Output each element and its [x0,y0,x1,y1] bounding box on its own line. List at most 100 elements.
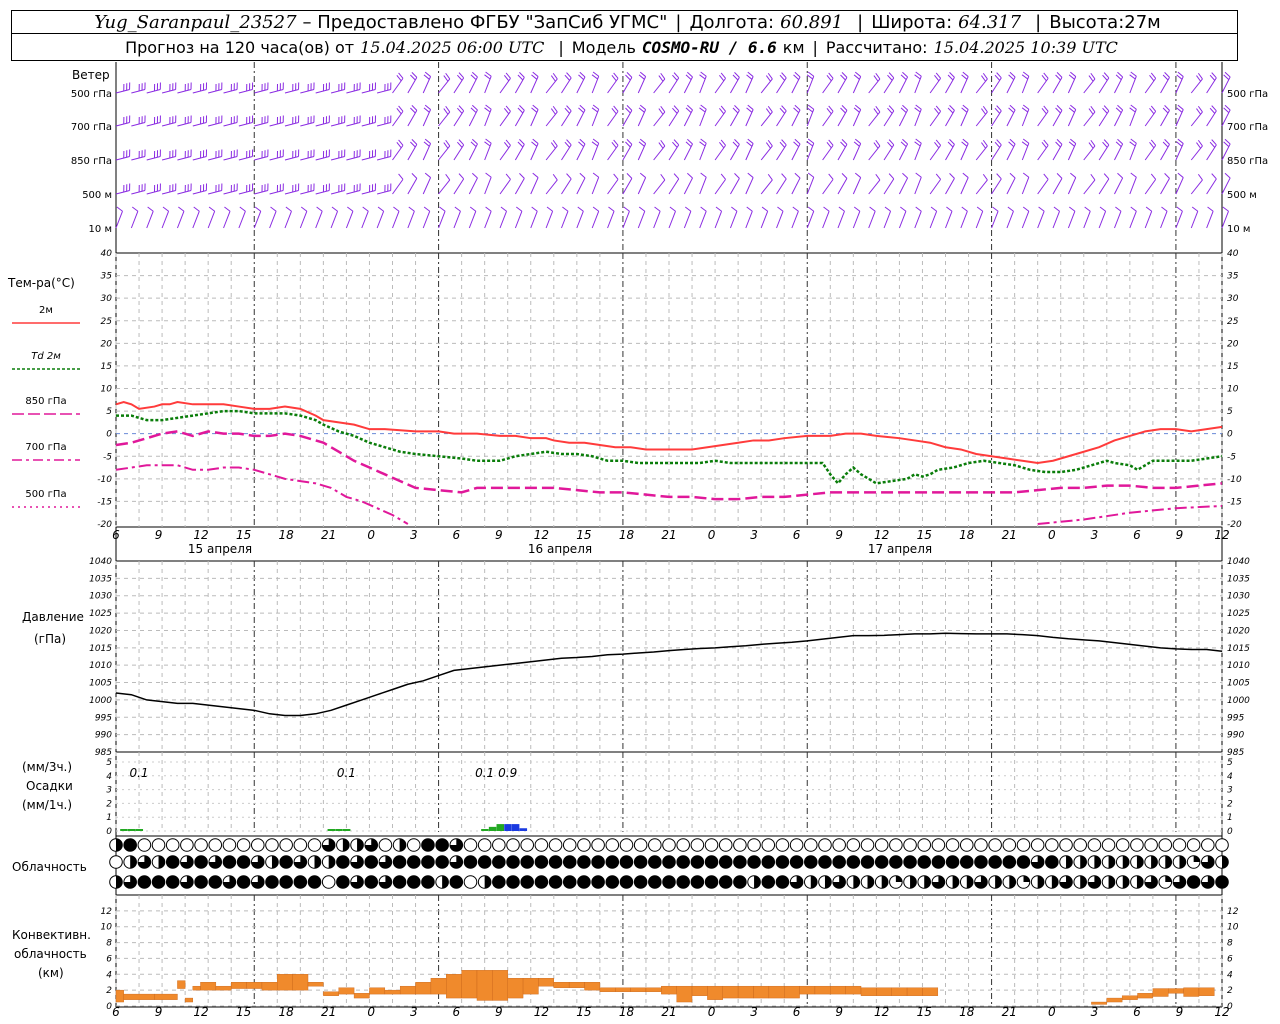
cloud-symbol [803,855,818,869]
wind-barb-flag [1150,173,1157,180]
cloud-symbol [562,838,577,852]
wind-barb-flag [1099,206,1106,212]
cloud-symbol [619,875,634,889]
wind-barb [300,156,315,161]
cloud-symbol [364,875,379,889]
wind-barb [1021,177,1030,195]
wind-barb [729,211,738,229]
wind-barb-flag [1161,206,1168,212]
wind-barb [468,177,478,195]
wind-barb-flag [1191,206,1199,212]
wind-barb [991,211,999,229]
wind-barb-flag [873,142,879,149]
wind-barb [868,211,876,229]
pressure-tick-right: 995 [1227,713,1244,723]
wind-barb [1129,211,1137,229]
wind-barb [607,211,615,229]
cloud-symbol [463,838,478,852]
conv-bar [507,978,524,999]
conv-bar [661,985,677,995]
wind-barb [960,177,969,195]
wind-barb-flag [592,71,600,77]
temp-tick-right: 40 [1227,249,1239,259]
wind-barb-flag [178,206,185,212]
pressure-tick-right: 1015 [1227,644,1250,654]
cloud-symbol [591,838,605,852]
cloud-symbol [775,875,790,889]
cloud-symbol [690,838,705,852]
cloud-symbol [492,875,506,889]
hour-tick-label-bottom: 21 [321,1005,336,1019]
cloud-symbol [733,875,747,889]
wind-barb-flag [982,105,988,113]
wind-barb-flag [485,206,492,212]
wind-barb-flag [1129,74,1136,80]
wind-barb [453,211,461,229]
wind-barb [330,89,345,94]
wind-barb [192,211,200,229]
wind-barb-flag [1021,74,1029,80]
hour-tick-label-bottom: 3 [1091,1005,1099,1019]
wind-barb [514,211,523,229]
wind-barb [115,122,130,127]
conv-tick-left: 12 [101,907,113,917]
cloud-symbol [222,875,237,889]
cloud-symbol [789,875,804,889]
conv-tick-left: 4 [106,970,112,980]
cloud-symbol [945,838,960,852]
hour-tick-label: 0 [367,528,375,542]
conv-bar [830,985,846,995]
conv-bar [707,985,723,1000]
precip-bar [496,824,505,831]
cloud-symbol [1215,838,1229,852]
cloud-symbol [548,838,563,852]
wind-barb [192,190,207,195]
cloud-symbol [265,838,279,852]
wind-barb [1129,177,1137,195]
cloud-symbol [974,855,988,869]
cloud-symbol [1186,875,1201,889]
wind-barb [146,89,161,94]
wind-barb [514,178,525,195]
wind-barb [361,156,376,161]
wind-barb-flag [1197,72,1203,80]
hour-tick-label-bottom: 18 [959,1005,975,1019]
wind-barb [315,122,330,127]
cloud-symbol [477,855,492,869]
wind-barb [791,211,799,229]
hour-tick-label: 9 [835,528,843,542]
cloud-symbol [591,855,605,869]
wind-barb-flag [331,206,338,212]
conv-bar [154,993,178,1000]
wind-barb-flag [841,173,848,179]
cloud-symbol [1002,875,1017,889]
cloud-symbol [761,875,776,889]
hour-tick-label-bottom: 21 [661,1005,676,1019]
wind-barb-flag [1222,206,1229,212]
cloud-symbol [1186,855,1201,869]
legend-label: Td 2м [31,351,61,362]
wind-barb-flag [746,206,753,212]
wind-barb [852,177,862,195]
cloud-symbol [449,855,464,869]
wind-barb [346,89,361,94]
precip-tick-left: 5 [106,758,112,768]
wind-barb-flag [1070,172,1077,178]
wind-barb [576,211,584,229]
conv-bar [553,982,570,988]
date-label: 16 апреля [528,542,592,556]
wind-barb-flag [1056,173,1063,179]
wind-barb-flag [1021,107,1029,113]
hour-tick-label-bottom: 0 [1048,1005,1056,1019]
cloud-symbol [392,875,407,889]
wind-barb-flag [658,142,664,149]
wind-barb-flag [982,72,988,80]
cloud-symbol [959,838,974,852]
hour-tick-label-bottom: 15 [917,1005,932,1019]
wind-barb-flag [471,172,478,179]
wind-barb-flag [781,173,787,180]
wind-barb [208,89,222,94]
wind-barb-flag [982,173,988,181]
wind-barb [561,178,572,195]
wind-barb-flag [660,173,666,181]
